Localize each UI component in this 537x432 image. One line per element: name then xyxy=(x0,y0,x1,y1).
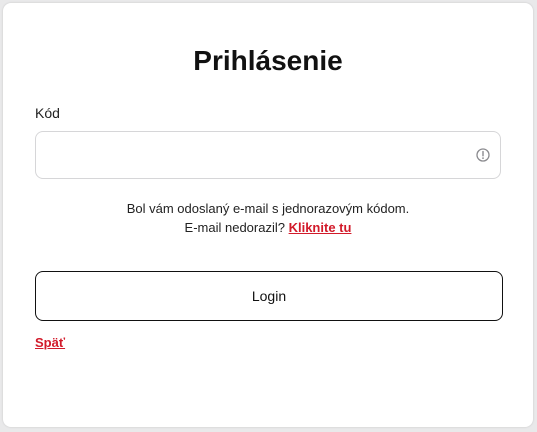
resend-code-link[interactable]: Kliknite tu xyxy=(289,220,352,235)
code-label: Kód xyxy=(35,105,60,121)
hint-line-1: Bol vám odoslaný e-mail s jednorazovým k… xyxy=(126,201,410,216)
hint-text: Bol vám odoslaný e-mail s jednorazovým k… xyxy=(3,199,533,237)
hint-line-2: E-mail nedorazil? Kliknite tu xyxy=(3,218,533,237)
login-card: Prihlásenie Kód Bol vám odoslaný e-mail … xyxy=(3,3,533,427)
code-input[interactable] xyxy=(48,132,472,180)
hint-line-2-prefix: E-mail nedorazil? xyxy=(184,220,289,235)
code-field-wrapper xyxy=(35,131,501,180)
alert-circle-icon xyxy=(476,148,490,162)
login-button[interactable]: Login xyxy=(35,271,503,321)
page-title: Prihlásenie xyxy=(193,45,343,76)
back-link[interactable]: Späť xyxy=(35,335,65,350)
